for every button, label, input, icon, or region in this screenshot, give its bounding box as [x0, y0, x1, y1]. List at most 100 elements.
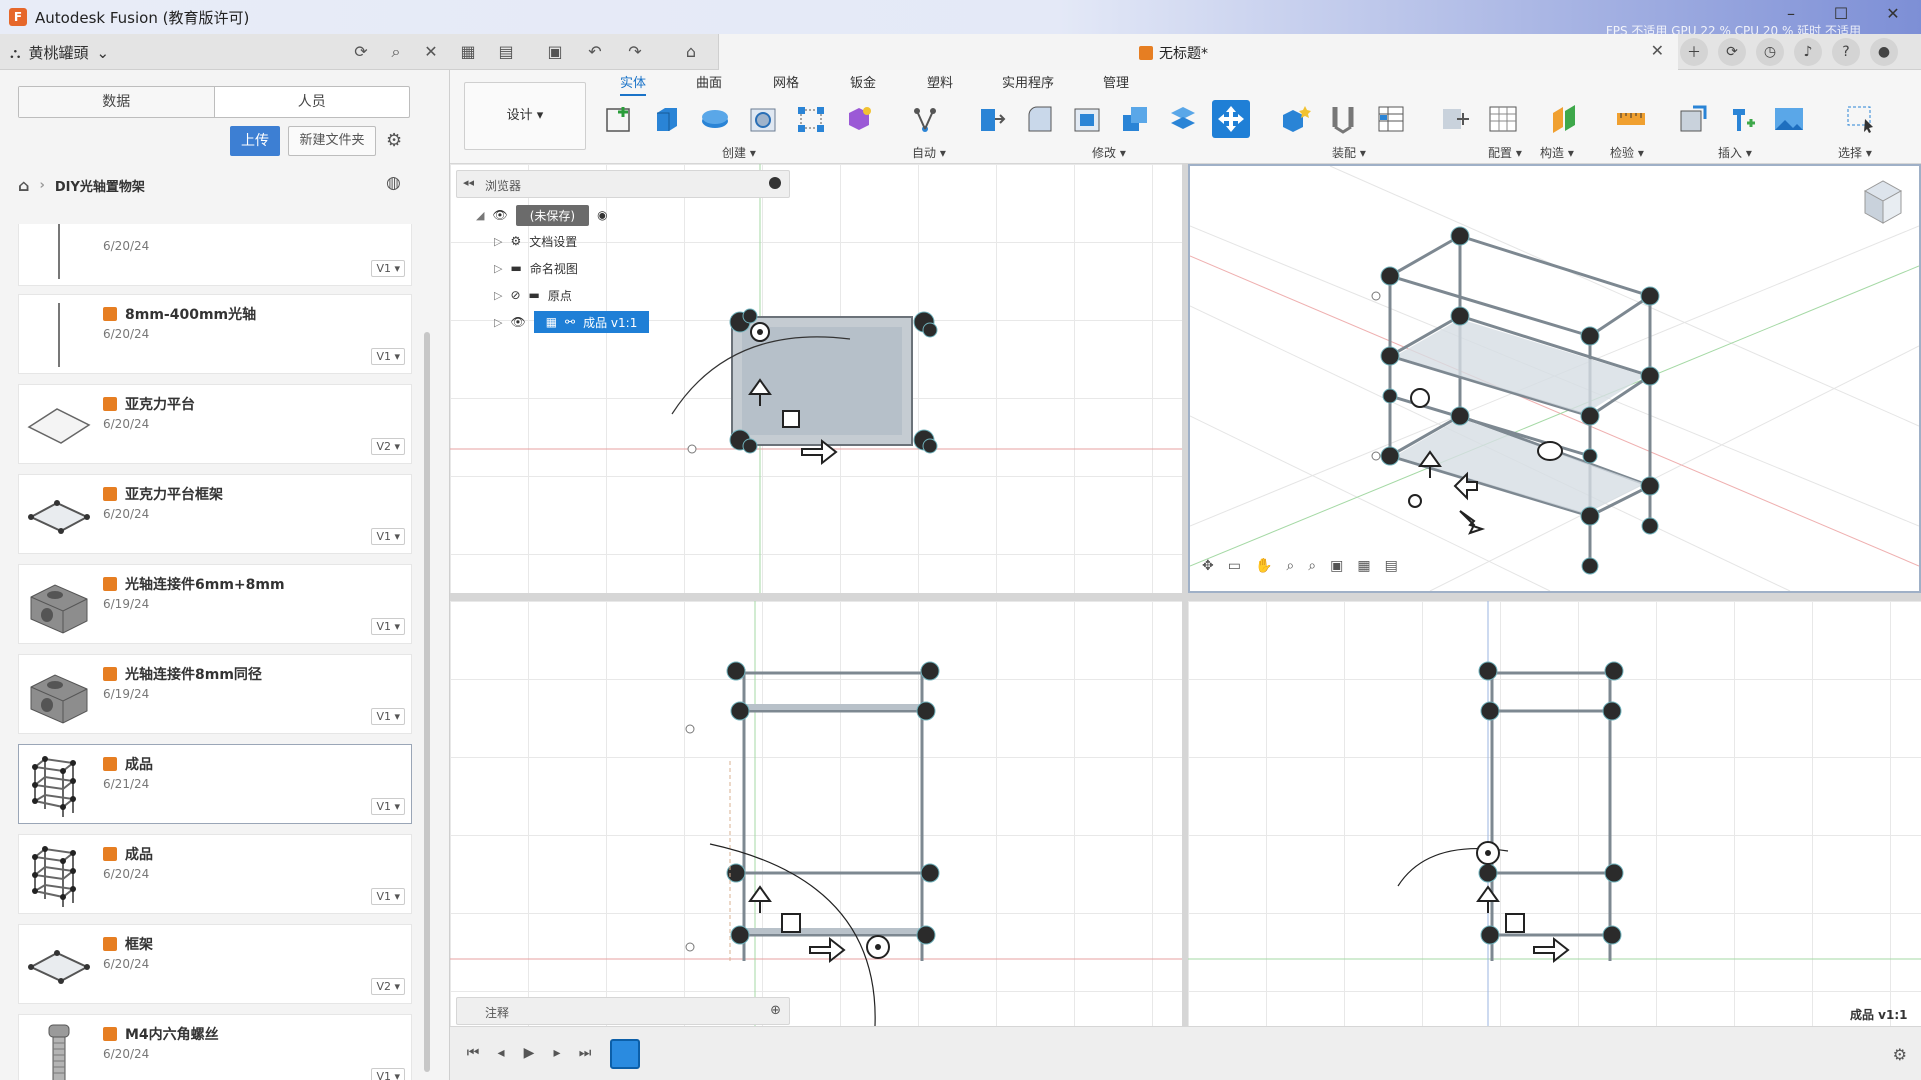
clock-icon[interactable]: ◷	[1756, 38, 1784, 66]
gear-icon[interactable]: ⚙	[386, 130, 402, 151]
select-icon[interactable]	[1842, 100, 1880, 138]
tab-data[interactable]: 数据	[19, 87, 215, 117]
inspect-group-label[interactable]: 检验 ▾	[1610, 144, 1644, 161]
file-item[interactable]: 亚克力平台框架 6/20/24 V1 ▾	[18, 474, 412, 554]
expand-caret-icon[interactable]: ◢	[476, 209, 484, 222]
go-to-start-icon[interactable]: ⏮	[464, 1045, 482, 1063]
version-dropdown[interactable]: V1 ▾	[371, 528, 405, 545]
undo-icon[interactable]: ↶	[584, 42, 606, 62]
file-menu-icon[interactable]: ▤	[495, 42, 517, 62]
browser-item-component[interactable]: ▷ 👁 ▦ ⚯ 成品 v1:1	[494, 311, 650, 333]
help-icon[interactable]: ?	[1832, 38, 1860, 66]
insert-group-label[interactable]: 插入 ▾	[1718, 144, 1752, 161]
file-item[interactable]: 6/20/24 V1 ▾	[18, 224, 412, 286]
sync-icon[interactable]: ⟳	[1718, 38, 1746, 66]
browser-panel-header[interactable]: ◂◂ 浏览器	[456, 170, 790, 198]
file-item[interactable]: 亚克力平台 6/20/24 V2 ▾	[18, 384, 412, 464]
automate-icon[interactable]	[906, 100, 944, 138]
file-item[interactable]: 成品 6/21/24 V1 ▾	[18, 744, 412, 824]
combine-icon[interactable]	[1116, 100, 1154, 138]
apps-grid-icon[interactable]: ▦	[457, 42, 479, 62]
search-icon[interactable]: ⌕	[385, 42, 407, 62]
new-folder-button[interactable]: 新建文件夹	[288, 126, 376, 156]
create-sketch-icon[interactable]	[600, 100, 638, 138]
top-view-viewport[interactable]	[450, 164, 1182, 593]
bell-icon[interactable]: ♪	[1794, 38, 1822, 66]
version-dropdown[interactable]: V1 ▾	[371, 708, 405, 725]
bom-icon[interactable]	[1372, 100, 1410, 138]
tab-people[interactable]: 人员	[215, 87, 410, 117]
browser-item-doc-settings[interactable]: ▷ ⚙ 文档设置	[494, 230, 577, 252]
step-back-icon[interactable]: ◂	[492, 1045, 510, 1063]
workspace-selector[interactable]: 设计 ▾	[464, 82, 586, 150]
zoom-icon[interactable]: ⌕	[1286, 558, 1294, 574]
front-view-viewport[interactable]	[450, 601, 1182, 1026]
grid-settings-icon[interactable]: ▦	[1357, 558, 1370, 574]
browser-root-row[interactable]: ◢ 👁 (未保存) ◉	[476, 204, 608, 226]
orbit-icon[interactable]: ✥	[1202, 558, 1214, 574]
insert-image-icon[interactable]	[1770, 100, 1808, 138]
tab-mesh[interactable]: 网格	[773, 72, 799, 91]
fillet-icon[interactable]	[1020, 100, 1058, 138]
hidden-eye-icon[interactable]: ⊘	[510, 288, 520, 302]
step-forward-icon[interactable]: ▸	[548, 1045, 566, 1063]
timeline-settings-icon[interactable]: ⚙	[1893, 1045, 1907, 1064]
tab-utilities[interactable]: 实用程序	[1002, 72, 1054, 91]
visibility-eye-icon[interactable]: 👁	[492, 208, 507, 222]
file-item[interactable]: 8mm-400mm光轴 6/20/24 V1 ▾	[18, 294, 412, 374]
configure-icon[interactable]	[1436, 100, 1474, 138]
timeline-feature-icon[interactable]	[610, 1039, 640, 1069]
automate-group-label[interactable]: 自动 ▾	[912, 144, 946, 161]
add-comment-icon[interactable]: ⊕	[770, 1003, 781, 1018]
comments-panel-header[interactable]: 注释 ⊕	[456, 997, 790, 1025]
display-settings-icon[interactable]: ▣	[1330, 558, 1343, 574]
data-panel-scrollbar[interactable]	[424, 332, 430, 1072]
breadcrumb-folder[interactable]: DIY光轴置物架	[55, 176, 145, 195]
close-window-button[interactable]: ✕	[1878, 4, 1908, 23]
version-dropdown[interactable]: V1 ▾	[371, 260, 405, 277]
upload-button[interactable]: 上传	[230, 126, 280, 156]
modify-group-label[interactable]: 修改 ▾	[1092, 144, 1126, 161]
version-dropdown[interactable]: V1 ▾	[371, 348, 405, 365]
look-at-icon[interactable]: ▭	[1228, 558, 1241, 574]
maximize-button[interactable]: ☐	[1826, 4, 1856, 23]
tab-sheet-metal[interactable]: 钣金	[850, 72, 876, 91]
right-view-viewport[interactable]	[1188, 601, 1921, 1026]
select-group-label[interactable]: 选择 ▾	[1838, 144, 1872, 161]
file-item[interactable]: M4内六角螺丝 6/20/24 V1 ▾	[18, 1014, 412, 1080]
file-item[interactable]: 光轴连接件8mm同径 6/19/24 V1 ▾	[18, 654, 412, 734]
refresh-icon[interactable]: ⟳	[350, 42, 372, 62]
joint-icon[interactable]	[1324, 100, 1362, 138]
browser-item-named-views[interactable]: ▷ ▬ 命名视图	[494, 257, 578, 279]
home-icon[interactable]: ⌂	[680, 42, 702, 62]
play-icon[interactable]: ▶	[520, 1045, 538, 1063]
viewport-splitter-vertical[interactable]	[1182, 164, 1188, 1026]
version-dropdown[interactable]: V2 ▾	[371, 978, 405, 995]
file-item[interactable]: 光轴连接件6mm+8mm 6/19/24 V1 ▾	[18, 564, 412, 644]
collapse-panel-icon[interactable]: ◂◂	[463, 176, 474, 189]
hole-icon[interactable]	[744, 100, 782, 138]
perspective-viewport[interactable]: ✥ ▭ ✋ ⌕ ⌕ ▣ ▦ ▤	[1188, 164, 1921, 593]
globe-icon[interactable]: ◍	[386, 173, 401, 193]
tab-surface[interactable]: 曲面	[696, 72, 722, 91]
form-icon[interactable]	[840, 100, 878, 138]
extrude-icon[interactable]	[648, 100, 686, 138]
visibility-eye-icon[interactable]: 👁	[510, 315, 525, 329]
close-tab-icon[interactable]: ✕	[1651, 41, 1664, 60]
component-selected-label[interactable]: ▦ ⚯ 成品 v1:1	[533, 311, 650, 333]
document-tab[interactable]: 无标题* ✕	[718, 34, 1678, 70]
pin-icon[interactable]	[769, 177, 781, 189]
press-pull-icon[interactable]	[972, 100, 1010, 138]
version-dropdown[interactable]: V1 ▾	[371, 798, 405, 815]
fit-icon[interactable]: ⌕	[1308, 558, 1316, 574]
version-dropdown[interactable]: V1 ▾	[371, 618, 405, 635]
home-icon[interactable]: ⌂	[18, 176, 29, 195]
revolve-icon[interactable]	[696, 100, 734, 138]
tab-manage[interactable]: 管理	[1103, 72, 1129, 91]
version-dropdown[interactable]: V1 ▾	[371, 888, 405, 905]
insert-mcmaster-icon[interactable]	[1722, 100, 1760, 138]
viewports-icon[interactable]: ▤	[1385, 558, 1398, 574]
team-selector[interactable]: ⛬ 黄桃罐頭 ⌄	[10, 42, 109, 63]
shell-icon[interactable]	[1068, 100, 1106, 138]
pattern-icon[interactable]	[792, 100, 830, 138]
